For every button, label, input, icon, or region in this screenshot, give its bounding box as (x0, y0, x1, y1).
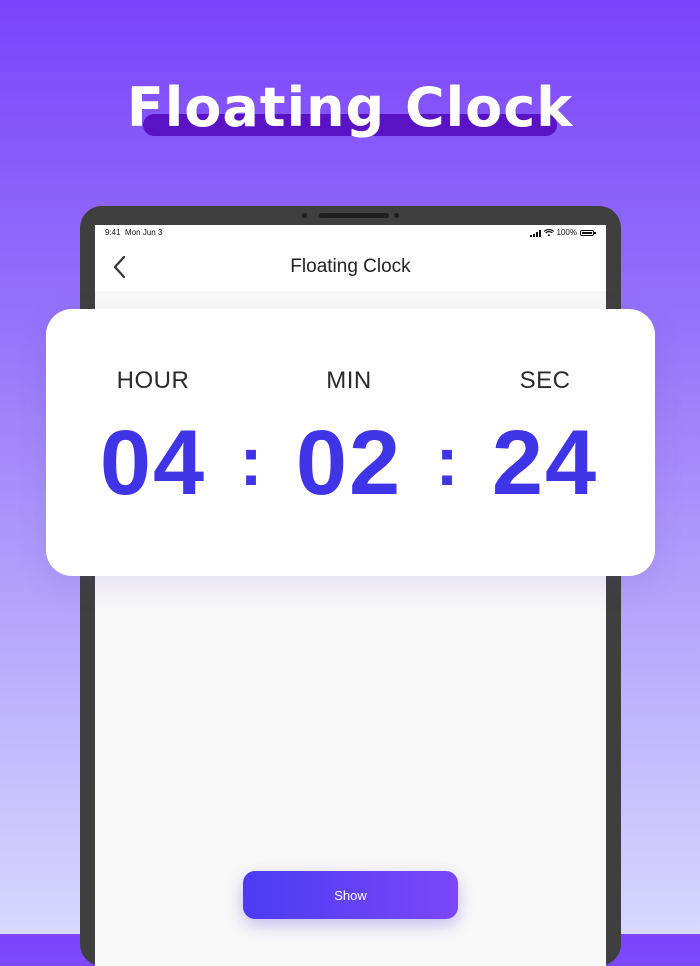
hour-value: 04 (99, 412, 207, 514)
status-bar: 9:41 Mon Jun 3 100% (95, 225, 606, 243)
promo-headline: Floating Clock (0, 70, 700, 150)
hour-label: HOUR (116, 367, 190, 394)
status-clock: 9:41 (105, 228, 121, 237)
speaker-grill (319, 213, 389, 218)
status-date: Mon Jun 3 (125, 228, 163, 237)
second-value: 24 (491, 412, 599, 514)
sensor-dot (394, 213, 399, 218)
navigation-bar: Floating Clock (95, 243, 606, 291)
second-label: SEC (519, 367, 571, 394)
headline-text: Floating Clock (126, 76, 574, 139)
min-sec-separator: : (435, 422, 459, 500)
status-time: 9:41 Mon Jun 3 (105, 225, 162, 241)
show-button[interactable]: Show (243, 871, 458, 919)
floating-clock-card: HOUR 04 : MIN 02 : SEC 24 (46, 309, 655, 576)
battery-percent: 100% (556, 228, 577, 237)
minute-label: MIN (326, 367, 372, 394)
cellular-signal-icon (529, 229, 541, 237)
hour-min-separator: : (239, 422, 263, 500)
chevron-left-icon (113, 255, 126, 279)
battery-icon (580, 230, 596, 236)
camera-dot (302, 213, 307, 218)
nav-title: Floating Clock (290, 256, 411, 277)
wifi-icon (543, 229, 554, 237)
minute-value: 02 (295, 412, 403, 514)
back-button[interactable] (109, 253, 133, 281)
status-indicators: 100% (529, 225, 596, 241)
